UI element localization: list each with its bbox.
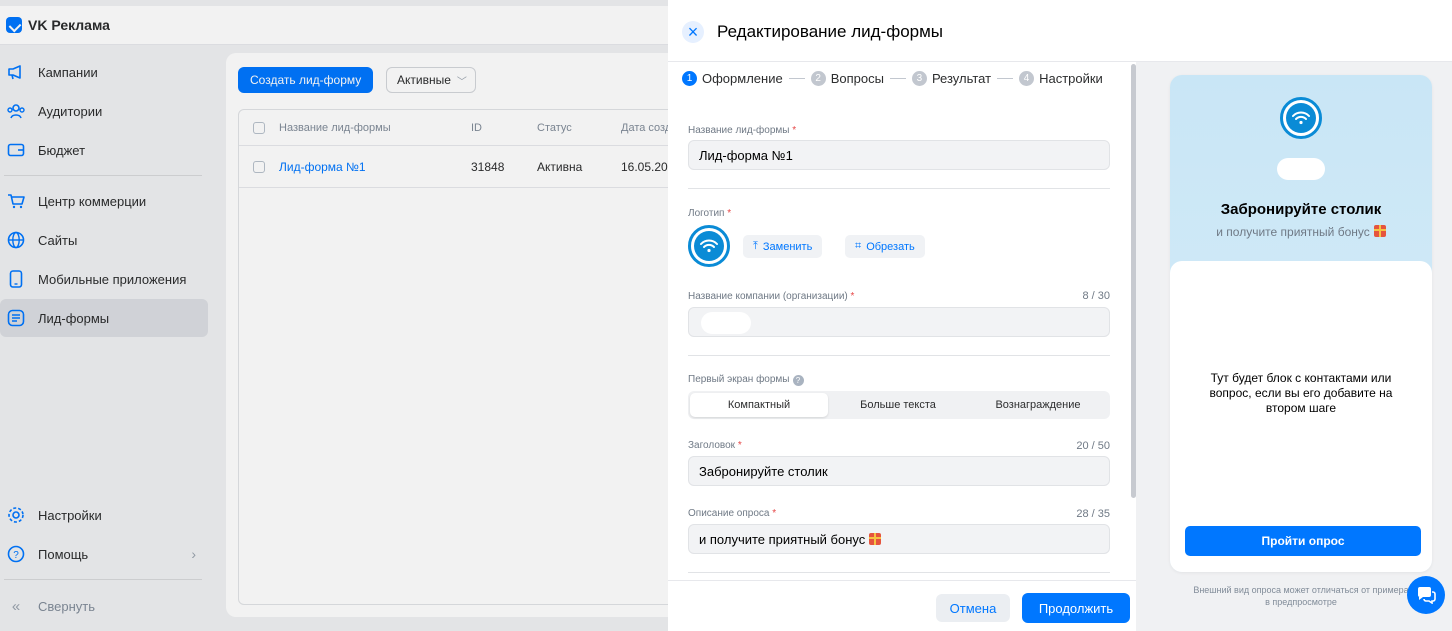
- form-preview: Забронируйте столик и получите приятный …: [1170, 75, 1432, 572]
- step-questions[interactable]: 2 Вопросы: [810, 71, 884, 86]
- panel-title: Редактирование лид-формы: [717, 22, 944, 41]
- chat-icon: [1418, 587, 1436, 604]
- crop-icon: ⌗: [855, 240, 862, 252]
- form-name-input[interactable]: Лид-форма №1: [688, 140, 1110, 170]
- cancel-button[interactable]: Отмена: [936, 594, 1010, 622]
- scrollbar[interactable]: [1131, 64, 1136, 498]
- heading-input[interactable]: Забронируйте столик: [688, 456, 1110, 486]
- description-counter: 28 / 35: [1076, 508, 1110, 520]
- preview-title: Забронируйте столик: [1220, 201, 1382, 218]
- modal-overlay[interactable]: [0, 0, 668, 631]
- heading-counter: 20 / 50: [1076, 440, 1110, 452]
- chat-support-button[interactable]: [1407, 576, 1445, 614]
- crop-logo-button[interactable]: ⌗ Обрезать: [845, 235, 925, 258]
- info-icon[interactable]: ?: [792, 375, 804, 386]
- step-settings[interactable]: 4 Настройки: [1019, 71, 1103, 86]
- continue-button[interactable]: Продолжить: [1022, 593, 1130, 623]
- first-screen-label: Первый экран формы?: [688, 374, 804, 386]
- step-divider: [788, 78, 805, 79]
- first-screen-segmented-control: Компактный Больше текста Вознаграждение: [688, 391, 1110, 419]
- stepper: 1 Оформление 2 Вопросы 3 Результат 4 Настрой…: [682, 71, 1103, 86]
- preview-note: Внешний вид опроса может отличаться от п…: [1193, 585, 1409, 607]
- section-divider: [688, 355, 1110, 356]
- form-area: 1 Оформление 2 Вопросы 3 Результат 4 Настрой…: [668, 62, 1136, 580]
- step-design[interactable]: 1 Оформление: [682, 71, 783, 86]
- redacted-company-name: [1277, 158, 1325, 180]
- redacted-value: [701, 312, 751, 334]
- gift-icon: [1373, 225, 1386, 237]
- step-divider: [997, 78, 1014, 79]
- wifi-icon: [1286, 103, 1316, 133]
- company-name-label: Название компании (организации) *: [688, 291, 855, 302]
- form-name-label: Название лид-формы *: [688, 125, 797, 136]
- panel-header: × Редактирование лид-формы: [668, 0, 1452, 62]
- upload-icon: ⤒: [753, 240, 758, 252]
- step-result[interactable]: 3 Результат: [911, 71, 991, 86]
- gift-icon: [869, 533, 882, 545]
- description-input[interactable]: и получите приятный бонус: [688, 524, 1110, 554]
- close-icon[interactable]: ×: [682, 21, 704, 43]
- edit-lead-form-panel: × Редактирование лид-формы 1 Оформление 2…: [668, 0, 1452, 631]
- heading-label: Заголовок *: [688, 440, 742, 451]
- replace-logo-button[interactable]: ⤒ Заменить: [743, 235, 823, 258]
- section-divider: [688, 188, 1110, 189]
- preview-placeholder-text: Тут будет блок с контактами или вопрос, …: [1209, 371, 1393, 415]
- preview-card: Тут будет блок с контактами или вопрос, …: [1170, 261, 1432, 572]
- company-name-input[interactable]: [688, 307, 1110, 337]
- description-label: Описание опроса *: [688, 508, 777, 519]
- option-reward[interactable]: Вознаграждение: [968, 393, 1108, 417]
- company-name-counter: 8 / 30: [1082, 290, 1110, 302]
- logo-label: Логотип *: [688, 208, 732, 219]
- option-compact[interactable]: Компактный: [690, 393, 828, 417]
- option-more-text[interactable]: Больше текста: [830, 393, 966, 417]
- step-divider: [889, 78, 906, 79]
- preview-logo: [1280, 97, 1322, 139]
- preview-subtitle: и получите приятный бонус: [1170, 225, 1432, 239]
- wifi-icon: [694, 231, 724, 261]
- panel-footer: Отмена Продолжить: [668, 580, 1136, 631]
- section-divider: [688, 572, 1110, 573]
- logo-preview: [688, 225, 730, 267]
- take-survey-button[interactable]: Пройти опрос: [1185, 526, 1421, 556]
